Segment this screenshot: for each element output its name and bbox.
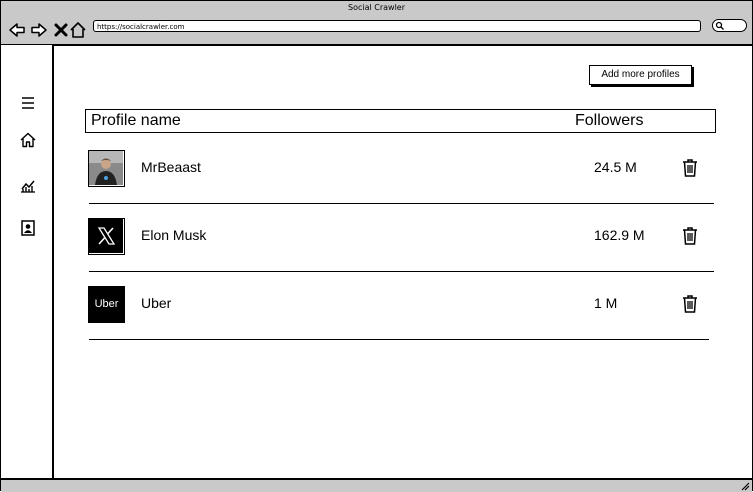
column-header-followers: Followers: [575, 112, 644, 129]
contact-card-icon[interactable]: [19, 219, 37, 237]
search-icon: [715, 21, 724, 30]
window-title: Social Crawler: [347, 3, 405, 12]
resize-handle-icon[interactable]: [741, 482, 750, 491]
sidebar: [1, 45, 54, 478]
status-bar: [1, 478, 752, 492]
search-field[interactable]: [712, 19, 747, 32]
browser-window: Social Crawler https://socialcrawler.com: [0, 0, 753, 492]
follower-count: 1 M: [594, 295, 618, 311]
profile-name: MrBeaast: [141, 159, 201, 175]
profile-name: Uber: [141, 295, 172, 311]
trash-icon[interactable]: [681, 226, 699, 246]
address-bar[interactable]: https://socialcrawler.com: [93, 20, 701, 32]
row-divider: [89, 339, 709, 340]
uber-logo: Uber: [94, 298, 119, 310]
avatar: Uber: [88, 286, 125, 323]
home-icon[interactable]: [69, 21, 87, 39]
table-header: Profile name Followers: [85, 109, 716, 133]
title-bar: Social Crawler: [1, 1, 752, 18]
table-row: MrBeaast 24.5 M: [85, 148, 716, 216]
follower-count: 162.9 M: [594, 227, 645, 243]
avatar: [88, 218, 125, 255]
add-profiles-button[interactable]: Add more profiles: [589, 65, 692, 85]
home-icon[interactable]: [19, 131, 37, 149]
column-header-profile-name: Profile name: [91, 112, 181, 129]
browser-toolbar: https://socialcrawler.com: [1, 17, 752, 46]
hamburger-menu-icon[interactable]: [19, 94, 37, 112]
back-arrow-icon[interactable]: [8, 21, 26, 39]
close-icon[interactable]: [52, 21, 70, 39]
table-row: Elon Musk 162.9 M: [85, 216, 716, 284]
table-row: Uber Uber 1 M: [85, 284, 716, 352]
line-chart-icon[interactable]: [19, 177, 37, 195]
row-divider: [89, 203, 714, 204]
trash-icon[interactable]: [681, 158, 699, 178]
row-divider: [89, 271, 714, 272]
follower-count: 24.5 M: [594, 159, 637, 175]
avatar: [88, 150, 125, 187]
trash-icon[interactable]: [681, 294, 699, 314]
forward-arrow-icon[interactable]: [30, 21, 48, 39]
profile-name: Elon Musk: [141, 227, 207, 243]
